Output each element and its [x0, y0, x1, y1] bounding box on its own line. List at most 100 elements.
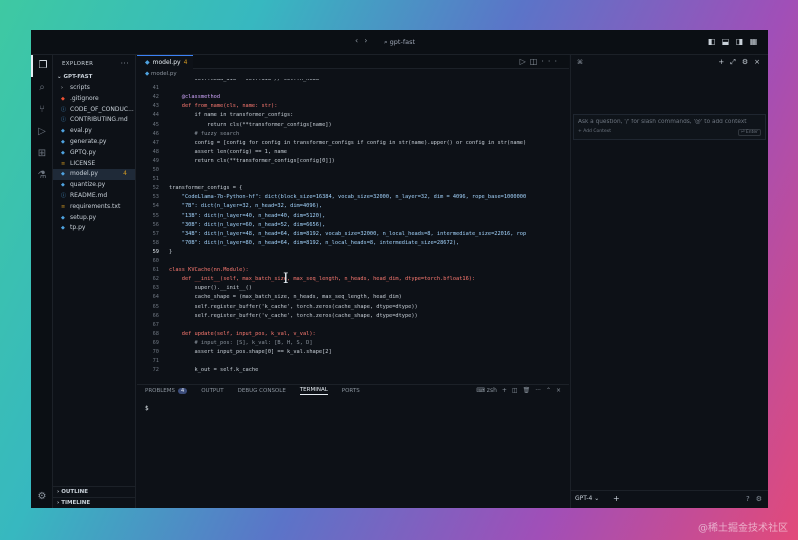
- code-line[interactable]: self.head_dim = self.dim // self.n_head: [169, 79, 319, 82]
- add-context-button[interactable]: + Add Context: [578, 129, 611, 136]
- split-terminal-icon[interactable]: ◫: [512, 387, 518, 394]
- model-selector[interactable]: GPT-4 ⌄: [575, 495, 599, 502]
- tree-item[interactable]: ◆ eval.py: [53, 126, 135, 137]
- tab-terminal[interactable]: TERMINAL: [299, 387, 328, 395]
- outline-section[interactable]: › OUTLINE: [53, 486, 135, 497]
- panel-actions: ⌨ zsh + ◫ 🗑 ··· ⌃ ×: [476, 387, 561, 394]
- settings-gear-icon[interactable]: ⚙: [756, 495, 762, 503]
- tree-item[interactable]: › scripts: [53, 83, 135, 94]
- tree-item[interactable]: ≡ LICENSE: [53, 159, 135, 170]
- code-line[interactable]: config = [config for config in transform…: [169, 140, 527, 146]
- expand-icon[interactable]: ⤢: [730, 58, 736, 67]
- code-line[interactable]: cache_shape = (max_batch_size, n_heads, …: [169, 294, 402, 300]
- tab-ports[interactable]: PORTS: [342, 388, 360, 394]
- toggle-sidebar-icon[interactable]: ◧: [707, 37, 716, 46]
- code-line[interactable]: class KVCache(nn.Module):: [169, 267, 249, 273]
- line-number: 72: [152, 367, 159, 374]
- testing-icon[interactable]: ⚗: [31, 165, 53, 187]
- search-icon[interactable]: ⌕: [384, 38, 388, 46]
- code-line[interactable]: assert len(config) == 1, name: [169, 149, 288, 155]
- extensions-icon[interactable]: ⊞: [31, 143, 53, 165]
- code-line[interactable]: super().__init__(): [169, 285, 252, 291]
- code-line[interactable]: "70B": dict(n_layer=80, n_head=64, dim=8…: [169, 240, 459, 246]
- tab-debug-console[interactable]: DEBUG CONSOLE: [238, 388, 286, 394]
- tree-item[interactable]: ◆ .gitignore: [53, 94, 135, 105]
- terminal-icon: ⌨: [476, 387, 485, 394]
- code-line[interactable]: # input_pos: [S], k_val: [B, H, S, D]: [169, 340, 313, 346]
- code-line[interactable]: self.register_buffer('k_cache', torch.ze…: [169, 304, 418, 310]
- code-line[interactable]: return cls(**transformer_configs[config[…: [169, 158, 335, 164]
- tab-model-py[interactable]: ◆ model.py 4: [137, 55, 193, 69]
- code-line[interactable]: @classmethod: [169, 94, 220, 100]
- code-line[interactable]: # fuzzy search: [169, 131, 240, 137]
- settings-gear-icon[interactable]: ⚙: [742, 58, 748, 67]
- tab-problems[interactable]: PROBLEMS 4: [145, 388, 188, 394]
- run-icon[interactable]: ▷: [520, 57, 530, 66]
- tree-item[interactable]: ⓘ README.md: [53, 191, 135, 202]
- new-terminal-icon[interactable]: +: [502, 387, 507, 394]
- line-number: 65: [152, 303, 159, 310]
- line-number: 46: [152, 130, 159, 137]
- tree-item[interactable]: ◆ generate.py: [53, 137, 135, 148]
- tree-item[interactable]: ◆ GPTQ.py: [53, 148, 135, 159]
- close-icon[interactable]: ×: [556, 387, 561, 394]
- file-tree: › scripts ◆ .gitignore ⓘ CODE_OF_CONDUC... ⓘ CO…: [53, 83, 135, 234]
- line-number: 63: [152, 285, 159, 292]
- code-line[interactable]: }: [169, 249, 172, 255]
- code-line[interactable]: def update(self, input_pos, k_val, v_val…: [169, 331, 316, 337]
- close-icon[interactable]: ×: [754, 58, 760, 67]
- more-icon[interactable]: ···: [535, 387, 541, 394]
- customize-layout-icon[interactable]: ▦: [749, 37, 758, 46]
- search-icon[interactable]: ⌕: [31, 77, 53, 99]
- chat-input[interactable]: Ask a question, '/' for slash commands, …: [573, 114, 766, 140]
- settings-gear-icon[interactable]: ⚙: [31, 491, 53, 502]
- tree-item[interactable]: ◆ tp.py: [53, 223, 135, 234]
- code-line[interactable]: def from_name(cls, name: str):: [169, 103, 278, 109]
- split-editor-icon[interactable]: ◫: [530, 57, 542, 66]
- code-line[interactable]: def __init__(self, max_batch_size, max_s…: [169, 276, 475, 282]
- folder-name: GPT-FAST: [63, 74, 93, 80]
- more-icon[interactable]: ···: [541, 57, 561, 66]
- tree-item[interactable]: ◆ setup.py: [53, 213, 135, 224]
- code-line[interactable]: "34B": dict(n_layer=48, n_head=64, dim=8…: [169, 231, 526, 237]
- toggle-secondary-sidebar-icon[interactable]: ◨: [735, 37, 744, 46]
- help-icon[interactable]: ?: [746, 495, 750, 503]
- window-title-text[interactable]: gpt-fast: [390, 38, 415, 46]
- code-editor[interactable]: self.head_dim = self.dim // self.n_head 4…: [137, 79, 569, 384]
- code-line[interactable]: "30B": dict(n_layer=60, n_head=52, dim=6…: [169, 222, 326, 228]
- code-line[interactable]: self.register_buffer('v_cache', torch.ze…: [169, 313, 418, 319]
- run-debug-icon[interactable]: ▷: [31, 121, 53, 143]
- code-line[interactable]: "7B": dict(n_layer=32, n_head=32, dim=40…: [169, 203, 322, 209]
- tree-item[interactable]: ◆ model.py 4: [53, 169, 135, 181]
- explorer-icon[interactable]: ❐: [31, 55, 53, 77]
- enter-button[interactable]: ⏎ Enter: [737, 129, 761, 136]
- add-model-icon[interactable]: +: [613, 494, 620, 503]
- terminal-prompt[interactable]: $: [145, 405, 149, 412]
- toggle-panel-icon[interactable]: ⬓: [721, 37, 730, 46]
- breadcrumb[interactable]: ◆ model.py: [137, 69, 569, 79]
- code-line[interactable]: transformer_configs = {: [169, 185, 242, 191]
- tree-item[interactable]: ◆ quantize.py: [53, 180, 135, 191]
- file-icon: ◆: [61, 171, 65, 178]
- tab-output[interactable]: OUTPUT: [201, 388, 223, 394]
- timeline-section[interactable]: › TIMELINE: [53, 497, 135, 508]
- code-line[interactable]: k_out = self.k_cache: [169, 367, 259, 373]
- file-icon: ◆: [61, 138, 65, 145]
- tree-item[interactable]: ≡ requirements.txt: [53, 202, 135, 213]
- terminal-shell[interactable]: ⌨ zsh: [476, 387, 497, 394]
- code-line[interactable]: assert input_pos.shape[0] == k_val.shape…: [169, 349, 332, 355]
- code-line[interactable]: "13B": dict(n_layer=40, n_head=40, dim=5…: [169, 213, 326, 219]
- trash-icon[interactable]: 🗑: [523, 387, 531, 394]
- code-line[interactable]: "CodeLlama-7b-Python-hf": dict(block_siz…: [169, 194, 526, 200]
- tree-item[interactable]: ⓘ CODE_OF_CONDUC...: [53, 105, 135, 116]
- maximize-panel-icon[interactable]: ⌃: [546, 387, 551, 394]
- code-line[interactable]: if name in transformer_configs:: [169, 112, 294, 118]
- more-actions-icon[interactable]: ···: [120, 59, 129, 68]
- code-line[interactable]: return cls(**transformer_configs[name]): [169, 122, 331, 128]
- new-chat-icon[interactable]: +: [718, 58, 724, 67]
- tree-item-label: LICENSE: [70, 159, 96, 167]
- source-control-icon[interactable]: ⑂: [31, 99, 53, 121]
- line-number: 66: [152, 312, 159, 319]
- tree-item[interactable]: ⓘ CONTRIBUTING.md: [53, 115, 135, 126]
- workspace-folder[interactable]: ⌄ GPT-FAST: [53, 72, 135, 83]
